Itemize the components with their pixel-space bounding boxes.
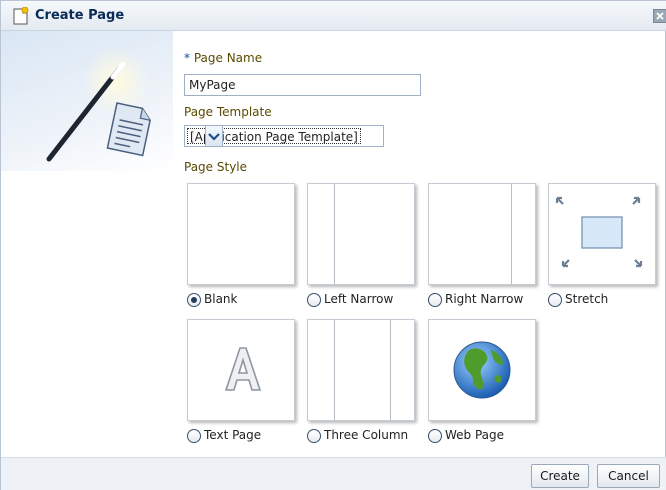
create-page-dialog: Create Page * Page Name MyPage Page Temp… [0, 0, 666, 490]
page-name-input[interactable] [184, 74, 421, 96]
three-column-preview[interactable] [307, 319, 415, 421]
web-page-preview[interactable] [428, 319, 536, 421]
dialog-titlebar: Create Page [1, 1, 666, 31]
text-page-preview[interactable] [187, 319, 295, 421]
page-style-option-label: Left Narrow [324, 292, 394, 306]
page-style-option-label: Three Column [324, 428, 409, 442]
create-page-icon [13, 6, 29, 25]
column-divider [334, 320, 335, 420]
wizard-illustration [1, 31, 173, 171]
magic-wand-icon [46, 47, 151, 162]
column-divider [390, 320, 391, 420]
radio-button[interactable] [428, 293, 442, 307]
page-name-label: * Page Name [184, 51, 262, 65]
cancel-button[interactable]: Cancel [597, 464, 660, 488]
radio-button[interactable] [187, 429, 201, 443]
stretch-icon [555, 196, 643, 268]
page-style-option-label: Text Page [204, 428, 262, 442]
radio-button[interactable] [307, 293, 321, 307]
page-style-option-label: Stretch [565, 292, 609, 306]
page-style-label: Page Style [184, 160, 248, 174]
dialog-title: Create Page [35, 8, 125, 23]
page-name-label-text: Page Name [193, 51, 263, 65]
globe-icon [453, 341, 511, 399]
page-style-option-label: Right Narrow [445, 292, 524, 306]
radio-button-selected[interactable] [187, 293, 201, 307]
blank-preview[interactable] [187, 183, 295, 285]
page-template-label: Page Template [184, 105, 272, 119]
column-divider [334, 184, 335, 284]
page-style-option-label: Web Page [445, 428, 505, 442]
radio-button[interactable] [307, 429, 321, 443]
left-narrow-preview[interactable] [307, 183, 415, 285]
chevron-down-icon[interactable] [205, 125, 223, 147]
radio-button[interactable] [548, 293, 562, 307]
close-icon[interactable] [653, 9, 666, 23]
stretch-preview[interactable] [548, 183, 656, 285]
right-narrow-preview[interactable] [428, 183, 536, 285]
page-style-option-label: Blank [204, 292, 238, 306]
radio-button[interactable] [428, 429, 442, 443]
column-divider [511, 184, 512, 284]
required-marker: * [184, 51, 190, 65]
letter-a-icon [224, 347, 262, 391]
create-button[interactable]: Create [531, 464, 589, 488]
